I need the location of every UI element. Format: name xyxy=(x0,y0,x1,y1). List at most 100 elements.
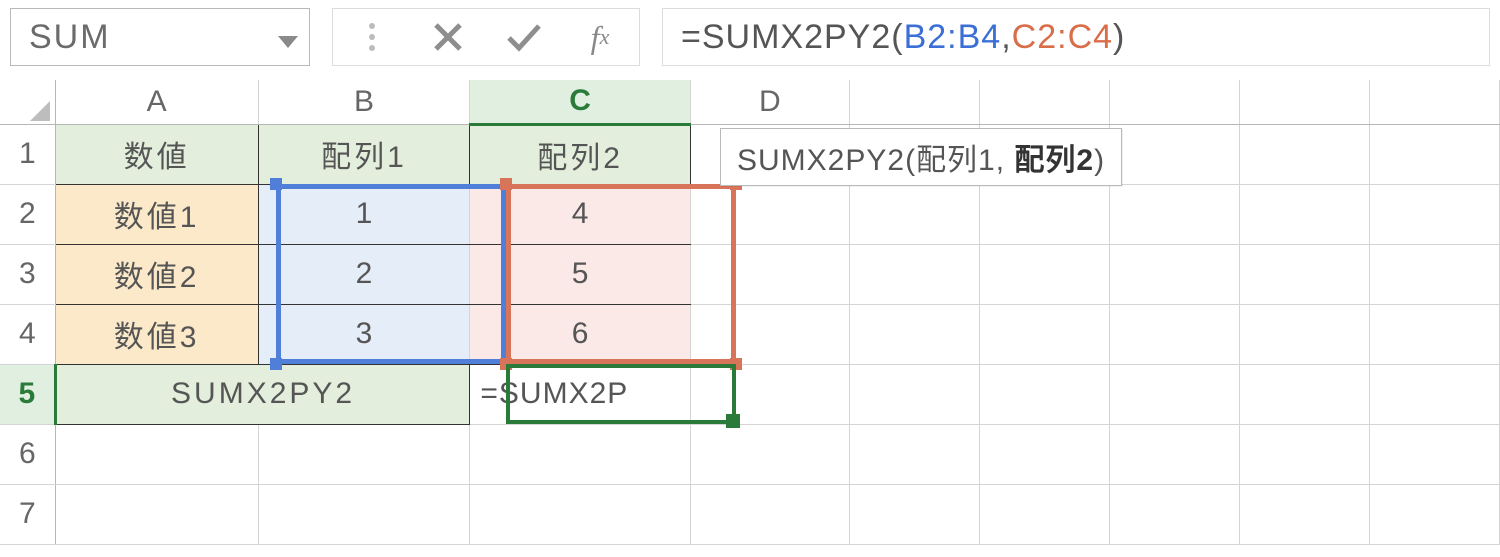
cell-B1[interactable]: 配列1 xyxy=(258,124,470,184)
cell-A5B5[interactable]: SUMX2PY2 xyxy=(55,364,470,424)
cell[interactable] xyxy=(1239,364,1369,424)
cell[interactable] xyxy=(849,184,979,244)
cell[interactable] xyxy=(690,364,849,424)
cell-C3[interactable]: 5 xyxy=(470,244,690,304)
spreadsheet: A B C D 1 数値 配列1 配列2 2 数値1 1 4 3 数値2 2 5… xyxy=(0,80,1500,545)
select-all-corner[interactable] xyxy=(0,80,55,124)
column-header-row: A B C D xyxy=(0,80,1500,124)
cell[interactable] xyxy=(979,424,1109,484)
cell[interactable] xyxy=(1109,424,1239,484)
cell[interactable] xyxy=(1239,124,1369,184)
enter-icon[interactable] xyxy=(503,16,545,58)
cell[interactable] xyxy=(690,184,849,244)
cell[interactable] xyxy=(849,304,979,364)
insert-function-icon[interactable]: fx xyxy=(579,16,621,58)
cell[interactable] xyxy=(1239,424,1369,484)
cell-A1[interactable]: 数値 xyxy=(55,124,258,184)
cell[interactable] xyxy=(1239,244,1369,304)
cell[interactable] xyxy=(849,364,979,424)
row-header-3[interactable]: 3 xyxy=(0,244,55,304)
col-header[interactable] xyxy=(1369,80,1499,124)
cell[interactable] xyxy=(1239,184,1369,244)
cell[interactable] xyxy=(1109,484,1239,544)
tooltip-close: ) xyxy=(1094,144,1105,177)
row-header-2[interactable]: 2 xyxy=(0,184,55,244)
row-7: 7 xyxy=(0,484,1500,544)
col-header-D[interactable]: D xyxy=(690,80,849,124)
col-header[interactable] xyxy=(1109,80,1239,124)
cell[interactable] xyxy=(1369,484,1499,544)
cell-B2[interactable]: 1 xyxy=(258,184,470,244)
cell[interactable] xyxy=(979,184,1109,244)
formula-ref2: C2:C4 xyxy=(1012,18,1113,57)
row-header-1[interactable]: 1 xyxy=(0,124,55,184)
cell[interactable] xyxy=(55,424,258,484)
cell[interactable] xyxy=(849,424,979,484)
cell[interactable] xyxy=(1369,364,1499,424)
cancel-icon[interactable] xyxy=(427,16,469,58)
cell[interactable] xyxy=(470,424,690,484)
cell[interactable] xyxy=(849,484,979,544)
cell[interactable] xyxy=(690,244,849,304)
cell-A2[interactable]: 数値1 xyxy=(55,184,258,244)
cell[interactable] xyxy=(1369,184,1499,244)
cell-C1[interactable]: 配列2 xyxy=(470,124,690,184)
cell-B3[interactable]: 2 xyxy=(258,244,470,304)
row-3: 3 数値2 2 5 xyxy=(0,244,1500,304)
cell[interactable] xyxy=(979,244,1109,304)
cell[interactable] xyxy=(1109,244,1239,304)
col-header[interactable] xyxy=(1239,80,1369,124)
cell[interactable] xyxy=(979,484,1109,544)
row-header-4[interactable]: 4 xyxy=(0,304,55,364)
row-header-6[interactable]: 6 xyxy=(0,424,55,484)
cell[interactable] xyxy=(1369,124,1499,184)
row-5: 5 SUMX2PY2 =SUMX2P xyxy=(0,364,1500,424)
cell[interactable] xyxy=(690,484,849,544)
cell-A4[interactable]: 数値3 xyxy=(55,304,258,364)
cell-A3[interactable]: 数値2 xyxy=(55,244,258,304)
col-header[interactable] xyxy=(849,80,979,124)
cell-C2[interactable]: 4 xyxy=(470,184,690,244)
col-header-C[interactable]: C xyxy=(470,80,690,124)
cell[interactable] xyxy=(1109,304,1239,364)
cell-C5[interactable]: =SUMX2P xyxy=(470,364,690,424)
cell[interactable] xyxy=(1239,304,1369,364)
formula-sep: , xyxy=(1001,18,1011,57)
cell[interactable] xyxy=(1109,184,1239,244)
cell[interactable] xyxy=(979,364,1109,424)
col-header-B[interactable]: B xyxy=(258,80,470,124)
cell[interactable] xyxy=(979,304,1109,364)
row-header-5[interactable]: 5 xyxy=(0,364,55,424)
name-box-dropdown-icon[interactable] xyxy=(273,18,303,57)
cell[interactable] xyxy=(849,244,979,304)
name-box[interactable]: SUM xyxy=(10,8,310,66)
tooltip-fn: SUMX2PY2( xyxy=(737,144,916,177)
formula-bar: SUM fx =SUMX2PY2(B2:B4,C2:C4) xyxy=(0,0,1500,80)
cell[interactable] xyxy=(258,424,470,484)
cell[interactable] xyxy=(55,484,258,544)
formula-input[interactable]: =SUMX2PY2(B2:B4,C2:C4) xyxy=(662,8,1490,66)
cell[interactable] xyxy=(1369,424,1499,484)
formula-text-prefix: =SUMX2PY2( xyxy=(681,18,904,57)
row-2: 2 数値1 1 4 xyxy=(0,184,1500,244)
cell[interactable] xyxy=(1369,244,1499,304)
tooltip-arg1[interactable]: 配列1 xyxy=(916,144,996,177)
cell[interactable] xyxy=(258,484,470,544)
cell-C4[interactable]: 6 xyxy=(470,304,690,364)
function-tooltip: SUMX2PY2(配列1, 配列2) xyxy=(720,128,1122,186)
expand-icon[interactable] xyxy=(351,16,393,58)
cell[interactable] xyxy=(1109,124,1239,184)
col-header-A[interactable]: A xyxy=(55,80,258,124)
cell-B4[interactable]: 3 xyxy=(258,304,470,364)
cell[interactable] xyxy=(690,304,849,364)
cell[interactable] xyxy=(690,424,849,484)
cell[interactable] xyxy=(1109,364,1239,424)
col-header[interactable] xyxy=(979,80,1109,124)
row-6: 6 xyxy=(0,424,1500,484)
row-header-7[interactable]: 7 xyxy=(0,484,55,544)
cell[interactable] xyxy=(1369,304,1499,364)
formula-text-suffix: ) xyxy=(1113,18,1125,57)
cell[interactable] xyxy=(470,484,690,544)
cell[interactable] xyxy=(1239,484,1369,544)
tooltip-arg2[interactable]: 配列2 xyxy=(1014,144,1094,177)
